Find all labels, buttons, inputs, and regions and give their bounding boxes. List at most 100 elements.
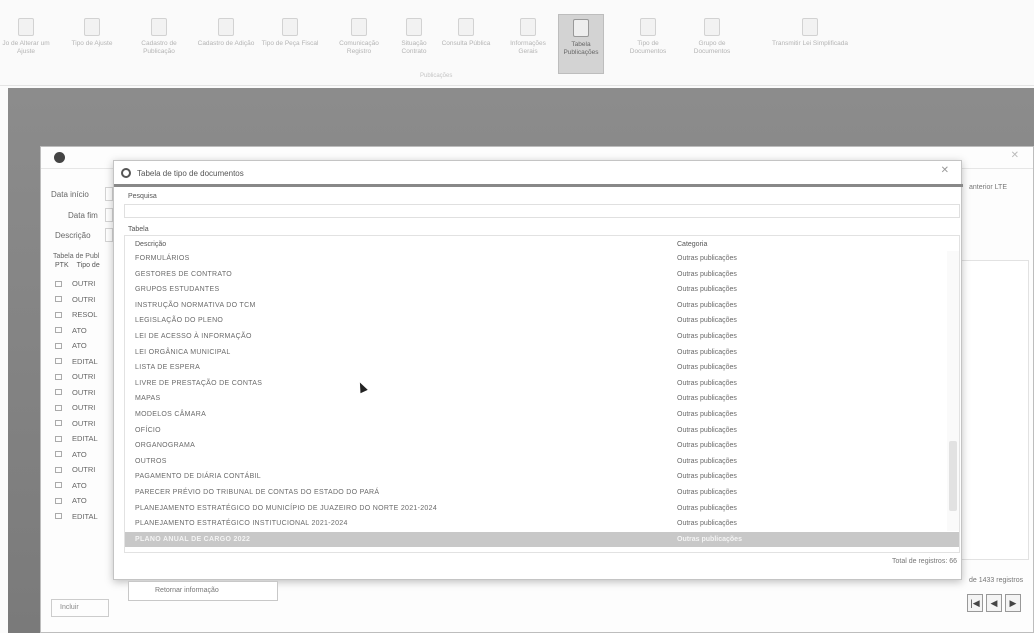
table-scrollbar[interactable] (947, 251, 959, 531)
table-row[interactable]: LISTA DE ESPERA Outras publicações (125, 360, 959, 376)
row-descricao: MODELOS CÂMARA (135, 410, 207, 418)
document-icon (55, 311, 62, 318)
ribbon-button[interactable]: Situação Contrato (390, 14, 438, 74)
table-row[interactable]: LEI ORGÂNICA MUNICIPAL Outras publicações (125, 345, 959, 361)
table-row[interactable]: ORGANOGRAMA Outras publicações (125, 438, 959, 454)
row-descricao: LIVRE DE PRESTAÇÃO DE CONTAS (135, 379, 263, 387)
document-icon (55, 342, 62, 349)
ribbon-button[interactable]: Grupo de Documentos (680, 14, 744, 74)
scrollbar-thumb[interactable] (949, 441, 957, 511)
table-row[interactable]: OFÍCIO Outras publicações (125, 423, 959, 439)
ribbon-button-icon (640, 18, 656, 36)
table-row[interactable]: MAPAS Outras publicações (125, 391, 959, 407)
table-row[interactable]: PLANO ANUAL DE CARGO 2022 Outras publicaç… (125, 531, 959, 548)
ribbon-button-icon (351, 18, 367, 36)
document-icon (55, 497, 62, 504)
search-input[interactable] (124, 204, 960, 218)
ribbon-button-label: Tipo de Peça Fiscal (261, 40, 319, 47)
row-categoria: Outras publicações (677, 317, 737, 325)
ribbon-button[interactable]: Consulta Pública (440, 14, 492, 74)
row-categoria: Outras publicações (677, 457, 737, 465)
row-descricao: PLANO ANUAL DE CARGO 2022 (135, 535, 251, 543)
table-row[interactable]: PLANEJAMENTO ESTRATÉGICO DO MUNICÍPIO DE… (125, 501, 959, 517)
ribbon-button-icon (458, 18, 474, 36)
dialog-title: Tabela de tipo de documentos (137, 169, 244, 178)
table-row[interactable]: LEGISLAÇÃO DO PLENO Outras publicações (125, 313, 959, 329)
descricao-field[interactable] (105, 228, 113, 242)
incluir-button[interactable]: Incluir (51, 599, 109, 617)
close-icon[interactable]: ✕ (1011, 150, 1019, 161)
table-row[interactable]: OUTROS Outras publicações (125, 454, 959, 470)
row-descricao: ORGANOGRAMA (135, 442, 196, 450)
document-icon (55, 513, 62, 520)
row-descricao: LEGISLAÇÃO DO PLENO (135, 317, 224, 325)
ribbon-button-label: Informações Gerais (510, 40, 546, 55)
row-categoria: Outras publicações (677, 410, 737, 418)
row-type: ATO (72, 341, 87, 351)
return-info-button[interactable]: Retornar informação (128, 581, 278, 601)
table-row[interactable]: LIVRE DE PRESTAÇÃO DE CONTAS Outras publi… (125, 376, 959, 392)
row-descricao: LEI DE ACESSO À INFORMAÇÃO (135, 332, 252, 340)
table-caption: Tabela (128, 226, 149, 233)
data-inicio-field[interactable] (105, 187, 113, 201)
nav-next-button[interactable]: ▶ (1005, 594, 1021, 612)
ribbon-button[interactable]: Comunicação Registro (330, 14, 388, 74)
nav-first-button[interactable]: |◀ (967, 594, 983, 612)
close-icon[interactable]: ✕ (941, 165, 949, 176)
ribbon-button[interactable]: Tipo de Ajuste (66, 14, 118, 74)
table-row[interactable]: FORMULÁRIOS Outras publicações (125, 251, 959, 267)
ribbon-button[interactable]: Tipo de Documentos (620, 14, 676, 74)
table-row[interactable]: PAGAMENTO DE DIÁRIA CONTÁBIL Outras publi… (125, 469, 959, 485)
ribbon-button[interactable]: Jo de Alterar um Ajuste (0, 14, 52, 74)
row-categoria: Outras publicações (677, 504, 737, 512)
document-icon (55, 451, 62, 458)
row-type: OUTRI (72, 403, 96, 413)
document-icon (55, 466, 62, 473)
table-row[interactable]: INSTRUÇÃO NORMATIVA DO TCM Outras publica… (125, 298, 959, 314)
ribbon-button[interactable]: Transmitir Lei Simplificada (770, 14, 850, 74)
tabela-label: Tabela de Publ (53, 253, 100, 260)
ribbon-button[interactable]: Tabela Publicações (558, 14, 604, 74)
total-records: Total de registros: 66 (892, 558, 957, 565)
row-type: ATO (72, 449, 87, 459)
ribbon-button-icon (151, 18, 167, 36)
ribbon-button-label: Tabela Publicações (563, 41, 599, 56)
ribbon-button-label: Grupo de Documentos (693, 40, 731, 55)
ribbon-button[interactable]: Informações Gerais (500, 14, 556, 74)
row-descricao: FORMULÁRIOS (135, 255, 190, 262)
table-row[interactable]: PLANEJAMENTO ESTRATÉGICO INSTITUCIONAL 2… (125, 516, 959, 532)
document-types-dialog: Tabela de tipo de documentos ✕ Pesquisa … (113, 160, 963, 601)
ribbon-button-label: Situação Contrato (401, 40, 427, 55)
row-descricao: PLANEJAMENTO ESTRATÉGICO INSTITUCIONAL 2… (135, 520, 348, 528)
ribbon-button-label: Cadastro de Publicação (141, 40, 177, 55)
record-count: de 1433 registros (969, 577, 1024, 584)
table-row[interactable]: PARECER PRÉVIO DO TRIBUNAL DE CONTAS DO … (125, 485, 959, 501)
row-categoria: Outras publicações (677, 301, 737, 309)
ribbon-button[interactable]: Cadastro de Adição (196, 14, 256, 74)
column-header-categoria[interactable]: Categoria (677, 241, 707, 248)
document-icon (55, 296, 62, 303)
document-icon (55, 327, 62, 334)
row-descricao: OFÍCIO (135, 426, 161, 434)
row-categoria: Outras publicações (677, 379, 737, 387)
row-type: OUTRI (72, 387, 96, 397)
row-categoria: Outras publicações (677, 286, 737, 294)
row-type: RESOL (72, 310, 98, 320)
row-categoria: Outras publicações (677, 332, 737, 340)
ribbon-button-icon (406, 18, 422, 36)
col-tipo[interactable]: Tipo de (77, 262, 100, 276)
nav-prev-button[interactable]: ◀ (986, 594, 1002, 612)
column-header-descricao[interactable]: Descrição (135, 241, 166, 248)
document-icon (55, 404, 62, 411)
col-ptk[interactable]: PTK (55, 262, 69, 276)
ribbon-button[interactable]: Cadastro de Publicação (128, 14, 190, 74)
table-row[interactable]: GRUPOS ESTUDANTES Outras publicações (125, 282, 959, 298)
data-fim-field[interactable] (105, 208, 113, 222)
table-row[interactable]: LEI DE ACESSO À INFORMAÇÃO Outras publica… (125, 329, 959, 345)
table-row[interactable]: GESTORES DE CONTRATO Outras publicações (125, 267, 959, 283)
search-label: Pesquisa (128, 193, 157, 200)
ribbon-button-icon (282, 18, 298, 36)
table-row[interactable]: MODELOS CÂMARA Outras publicações (125, 407, 959, 423)
ribbon-button-label: Tipo de Documentos (629, 40, 667, 55)
ribbon-button[interactable]: Tipo de Peça Fiscal (260, 14, 320, 74)
